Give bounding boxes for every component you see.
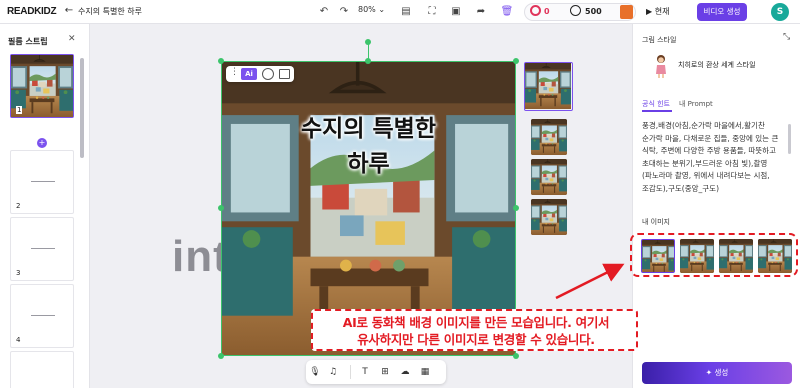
annotation-line-2: 유사하지만 다른 이미지로 변경할 수 있습니다.	[357, 332, 595, 347]
annotation-text: AI로 동화책 배경 이미지를 만든 모습입니다. 여기서 유사하지만 다른 이…	[317, 314, 635, 348]
annotation-line-1: AI로 동화책 배경 이미지를 만든 모습입니다. 여기서	[342, 315, 610, 330]
annotation-callout: AI로 동화책 배경 이미지를 만든 모습입니다. 여기서 유사하지만 다른 이…	[311, 309, 638, 351]
